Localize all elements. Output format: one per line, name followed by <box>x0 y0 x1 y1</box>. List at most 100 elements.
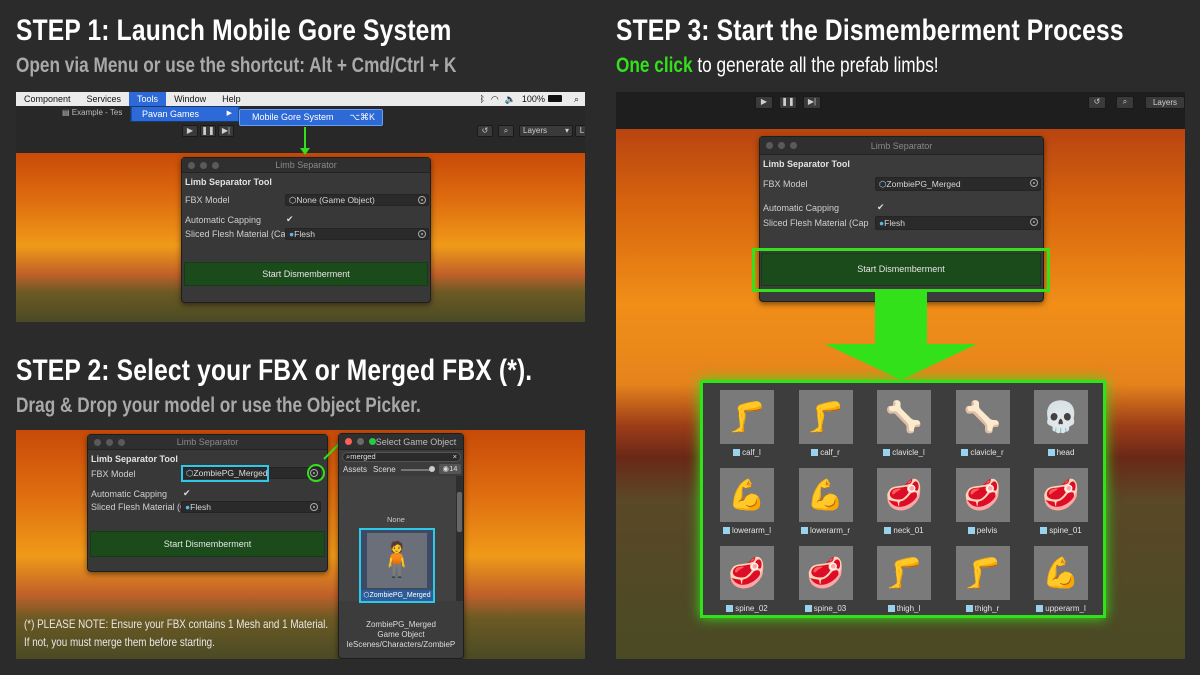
prefab-tile-thigh_r[interactable]: 🦵 thigh_r <box>955 546 1010 613</box>
step2-title: STEP 2: Select your FBX or Merged FBX (*… <box>16 354 533 387</box>
prefab-tile-upperarm_l[interactable]: 💪 upperarm_l <box>1034 546 1088 613</box>
prefab-thumbnail: 🥩 <box>798 546 853 600</box>
prefab-tile-clavicle_r[interactable]: 🦴 clavicle_r <box>955 390 1010 457</box>
prefab-label: upperarm_l <box>1034 604 1088 613</box>
prefab-icon <box>1040 527 1048 535</box>
picker-selected-item[interactable]: 🧍 ⬡ZombiePG_Merged <box>359 528 435 603</box>
object-picker-icon[interactable] <box>1030 218 1038 226</box>
limb-separator-window: Limb Separator Limb Separator Tool FBX M… <box>87 434 328 572</box>
down-arrow-shaft <box>875 292 927 344</box>
picker-scrollbar[interactable] <box>456 476 463 601</box>
note-line-1: (*) PLEASE NOTE: Ensure your FBX contain… <box>24 617 329 631</box>
tool-title: Limb Separator Tool <box>763 159 850 169</box>
wifi-icon[interactable]: ◠ <box>488 94 502 105</box>
layers-dropdown[interactable]: Layers ▾ <box>519 125 573 137</box>
window-controls[interactable] <box>188 162 219 169</box>
step-button[interactable]: ▶| <box>803 96 821 109</box>
start-dismemberment-button[interactable]: Start Dismemberment <box>184 262 428 286</box>
step-button[interactable]: ▶| <box>218 125 234 137</box>
volume-icon[interactable]: 🔈 <box>502 94 519 105</box>
prefab-tile-calf_l[interactable]: 🦵 calf_l <box>720 390 774 457</box>
prefab-icon <box>733 449 741 457</box>
search-icon[interactable]: ⌕ <box>1116 96 1134 109</box>
capping-label: Automatic Capping <box>763 203 840 213</box>
step2-panel: Limb Separator Limb Separator Tool FBX M… <box>16 430 585 659</box>
picker-tab-scene[interactable]: Scene <box>373 465 396 474</box>
clear-search-icon[interactable]: × <box>453 453 457 461</box>
history-icon[interactable]: ↺ <box>1088 96 1106 109</box>
picker-none-item[interactable]: None <box>387 515 405 524</box>
play-button[interactable]: ▶ <box>182 125 198 137</box>
menu-services[interactable]: Services <box>79 94 130 104</box>
prefab-tile-pelvis[interactable]: 🥩 pelvis <box>955 468 1010 535</box>
object-picker-icon[interactable] <box>1030 179 1038 187</box>
menu-component[interactable]: Component <box>16 94 79 104</box>
zombie-thumbnail: 🧍 <box>367 533 427 588</box>
fbx-field[interactable]: ⬡ None (Game Object) <box>285 194 429 206</box>
visibility-count-badge: ◉14 <box>439 464 461 474</box>
capping-checkbox[interactable]: ✔ <box>286 214 294 225</box>
capping-checkbox[interactable]: ✔ <box>877 202 885 213</box>
menu-item-mobile-gore-system[interactable]: Mobile Gore System ⌥⌘K <box>239 109 383 126</box>
layout-dropdown[interactable]: L <box>575 125 585 137</box>
flesh-label: Sliced Flesh Material (Cap <box>91 502 191 512</box>
flesh-field[interactable]: ● Flesh <box>181 501 321 513</box>
prefab-thumbnail: 💪 <box>720 468 774 522</box>
bluetooth-icon[interactable]: ᛒ <box>476 94 487 104</box>
prefab-label: thigh_l <box>877 604 931 613</box>
down-arrow-head <box>825 344 977 380</box>
prefab-label: spine_02 <box>720 604 774 613</box>
prefab-tile-neck_01[interactable]: 🥩 neck_01 <box>877 468 931 535</box>
window-controls[interactable] <box>766 142 797 149</box>
capping-label: Automatic Capping <box>91 489 168 499</box>
menu-help[interactable]: Help <box>214 94 249 104</box>
window-title: Limb Separator <box>176 437 239 447</box>
prefab-icon <box>965 605 973 613</box>
pause-button[interactable]: ❚❚ <box>779 96 797 109</box>
prefab-tile-lowerarm_r[interactable]: 💪 lowerarm_r <box>798 468 853 535</box>
prefab-tile-clavicle_l[interactable]: 🦴 clavicle_l <box>877 390 931 457</box>
prefab-tile-spine_01[interactable]: 🥩 spine_01 <box>1034 468 1088 535</box>
prefab-tile-thigh_l[interactable]: 🦵 thigh_l <box>877 546 931 613</box>
scrollbar-thumb[interactable] <box>457 492 462 532</box>
picker-tab-assets[interactable]: Assets <box>343 465 367 474</box>
prefab-thumbnail: 🦵 <box>720 390 774 444</box>
window-controls[interactable] <box>345 438 376 445</box>
scene-tab[interactable]: ▤ Example - Tes <box>62 108 122 117</box>
layers-dropdown[interactable]: Layers <box>1145 96 1185 109</box>
object-picker-icon[interactable] <box>418 196 426 204</box>
play-button[interactable]: ▶ <box>755 96 773 109</box>
subtitle-highlight: One click <box>616 54 693 77</box>
object-picker-icon[interactable] <box>310 503 318 511</box>
prefab-tile-lowerarm_l[interactable]: 💪 lowerarm_l <box>720 468 774 535</box>
search-icon[interactable]: ⌕ <box>498 125 514 137</box>
zoom-slider-knob[interactable] <box>429 466 435 472</box>
fbx-field[interactable]: ⬡ ZombiePG_Merged <box>875 177 1041 191</box>
prefab-tile-calf_r[interactable]: 🦵 calf_r <box>798 390 853 457</box>
flesh-field[interactable]: ● Flesh <box>875 216 1041 230</box>
prefab-thumbnail: 🥩 <box>955 468 1010 522</box>
menu-tools[interactable]: Tools <box>129 92 167 106</box>
spotlight-search-icon[interactable]: ⌕ <box>568 94 585 105</box>
pause-button[interactable]: ❚❚ <box>200 125 216 137</box>
start-dismemberment-button[interactable]: Start Dismemberment <box>90 531 325 557</box>
arrow-head <box>300 148 310 155</box>
fbx-highlight[interactable]: ⬡ZombiePG_Merged <box>181 465 269 482</box>
start-dismemberment-button[interactable]: Start Dismemberment <box>761 253 1041 286</box>
menu-item-pavan-games[interactable]: Pavan Games ▶ <box>132 107 238 121</box>
prefab-label: calf_r <box>799 448 853 457</box>
mac-menubar: Component Services Tools Window Help ᛒ ◠… <box>16 92 585 106</box>
window-controls[interactable] <box>94 439 125 446</box>
prefab-tile-spine_03[interactable]: 🥩 spine_03 <box>798 546 853 613</box>
prefab-tile-spine_02[interactable]: 🥩 spine_02 <box>720 546 774 613</box>
object-picker-icon[interactable] <box>418 230 426 238</box>
prefab-label: lowerarm_l <box>720 526 774 535</box>
prefab-tile-head[interactable]: 💀 head <box>1034 390 1088 457</box>
capping-checkbox[interactable]: ✔ <box>183 488 191 499</box>
menu-window[interactable]: Window <box>166 94 214 104</box>
gameobject-icon: ⬡ <box>289 194 297 205</box>
step1-subtitle: Open via Menu or use the shortcut: Alt +… <box>16 54 457 77</box>
history-icon[interactable]: ↺ <box>477 125 493 137</box>
flesh-field[interactable]: ● Flesh <box>285 228 429 240</box>
picker-search-input[interactable]: ⌕merged × <box>342 452 461 462</box>
